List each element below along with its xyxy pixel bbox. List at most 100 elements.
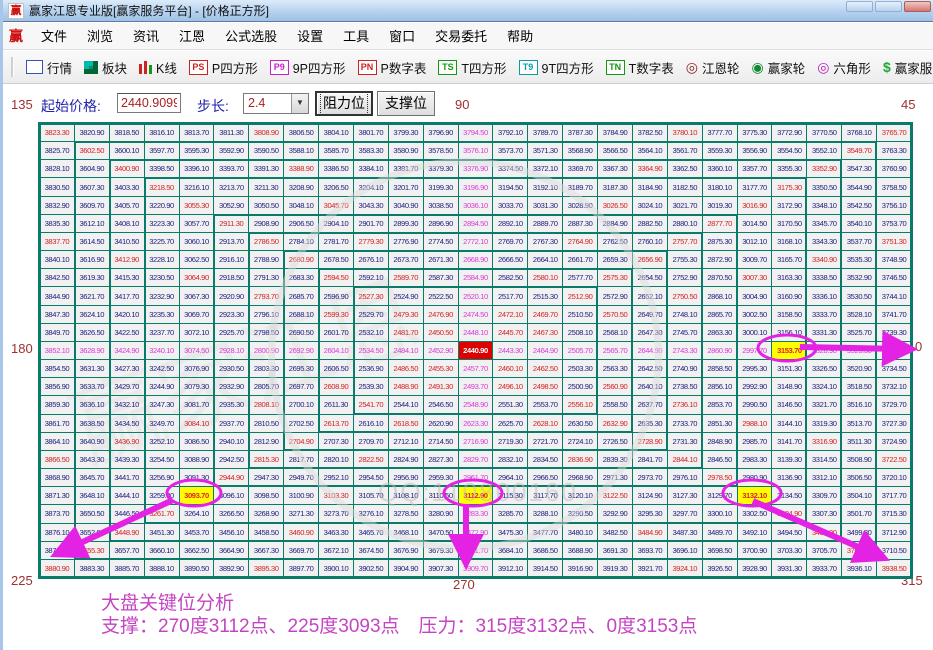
price-cell: 3074.50 (180, 342, 214, 359)
price-cell: 3734.50 (877, 360, 911, 377)
toolbar-item-8[interactable]: T99T四方形 (513, 56, 600, 79)
toolbar-item-label: 行情 (47, 58, 72, 77)
menu-item-1[interactable]: 文件 (31, 26, 77, 47)
menu-item-10[interactable]: 帮助 (497, 26, 543, 47)
price-cell: 3585.70 (319, 142, 353, 159)
toolbar-item-5[interactable]: P99P四方形 (264, 56, 352, 79)
toolbar-item-12[interactable]: ◎六角形 (811, 56, 877, 79)
price-cell: 2870.50 (703, 269, 737, 286)
price-cell: 3883.30 (75, 560, 109, 577)
price-cell: 3484.90 (633, 524, 667, 541)
price-cell: 3604.90 (75, 160, 109, 177)
price-cell: 2460.10 (493, 360, 527, 377)
controls-row: 135 起始价格: 步长: 2.4 ▼ 阻力位 支撑位 90 45 (3, 84, 933, 120)
toolbar-item-1[interactable]: 行情 (20, 56, 78, 79)
price-cell: 2724.10 (563, 433, 597, 450)
price-cell: 3763.30 (877, 142, 911, 159)
price-cell: 2832.10 (493, 451, 527, 468)
step-combobox[interactable]: 2.4 ▼ (243, 93, 309, 114)
price-cell: 3199.30 (424, 178, 458, 195)
price-cell: 3921.70 (633, 560, 667, 577)
toolbar-item-2[interactable]: 板块 (78, 56, 133, 79)
close-button[interactable] (904, 1, 931, 12)
price-cell: 3379.30 (424, 160, 458, 177)
toolbar-item-6[interactable]: PNP数字表 (352, 56, 433, 79)
menu-item-9[interactable]: 交易委托 (425, 26, 497, 47)
price-cell: 3309.70 (807, 487, 841, 504)
price-cell: 2469.70 (528, 306, 562, 323)
resistance-button[interactable]: 阻力位 (315, 91, 373, 116)
menu-item-8[interactable]: 窗口 (379, 26, 425, 47)
price-cell: 3120.10 (563, 487, 597, 504)
degree-label-45: 45 (901, 97, 915, 112)
toolbar-item-11[interactable]: ◉赢家轮 (745, 56, 811, 79)
price-cell: 2913.70 (214, 233, 248, 250)
gann-wheel-icon: ◎ (686, 61, 698, 74)
toolbar-item-label: K线 (156, 58, 177, 77)
price-cell: 2649.70 (633, 306, 667, 323)
price-cell: 3360.10 (703, 160, 737, 177)
price-cell: 3662.50 (180, 542, 214, 559)
start-price-input[interactable] (117, 93, 181, 113)
toolbar-items: 行情板块 K线 PSP四方形P99P四方形PNP数字表TST四方形T99T四方形TN… (20, 56, 933, 79)
toolbar-item-3[interactable]: K线 (133, 56, 183, 79)
price-cell: 3108.10 (389, 487, 423, 504)
price-cell: 3028.90 (563, 197, 597, 214)
price-cell: 2472.10 (493, 306, 527, 323)
price-cell: 3775.30 (738, 124, 772, 141)
price-cell: 2719.30 (493, 433, 527, 450)
price-cell: 3158.50 (772, 306, 806, 323)
price-cell: 2680.90 (284, 251, 318, 268)
price-cell: 2844.10 (668, 451, 702, 468)
price-cell: 3422.50 (110, 324, 144, 341)
price-cell: 2575.30 (598, 269, 632, 286)
price-cell: 2764.90 (563, 233, 597, 250)
menu-item-5[interactable]: 公式选股 (215, 26, 287, 47)
toolbar-item-13[interactable]: $赢家服务 (877, 56, 933, 79)
price-cell: 2440.90 (459, 342, 493, 359)
price-cell: 2805.70 (249, 378, 283, 395)
price-cell: 3235.30 (145, 306, 179, 323)
price-cell: 2976.10 (668, 469, 702, 486)
price-cell: 3700.90 (738, 542, 772, 559)
price-cell: 3177.70 (738, 178, 772, 195)
toolbar-item-9[interactable]: TNT数字表 (600, 56, 680, 79)
toolbar-item-7[interactable]: TST四方形 (432, 56, 512, 79)
price-cell: 2690.50 (284, 324, 318, 341)
toolbar-item-10[interactable]: ◎江恩轮 (680, 56, 746, 79)
price-cell: 2520.10 (459, 287, 493, 304)
price-cell: 3650.50 (75, 505, 109, 522)
menu-item-4[interactable]: 江恩 (169, 26, 215, 47)
resistance-button-label: 阻力位 (321, 93, 367, 114)
price-cell: 3290.50 (563, 505, 597, 522)
toolbar-item-label: T四方形 (461, 58, 506, 77)
price-cell: 2757.70 (668, 233, 702, 250)
toolbar-item-4[interactable]: PSP四方形 (183, 56, 264, 79)
price-cell: 2652.10 (633, 287, 667, 304)
price-cell: 3796.90 (424, 124, 458, 141)
price-cell: 3624.10 (75, 306, 109, 323)
menu-item-3[interactable]: 资讯 (123, 26, 169, 47)
price-cell: 3856.90 (40, 378, 74, 395)
price-cell: 2846.50 (703, 451, 737, 468)
price-cell: 3825.70 (40, 142, 74, 159)
price-cell: 3693.70 (633, 542, 667, 559)
price-cell: 3273.70 (319, 505, 353, 522)
price-cell: 2935.30 (214, 396, 248, 413)
price-cell: 3160.90 (772, 287, 806, 304)
support-button[interactable]: 支撑位 (377, 91, 435, 116)
price-cell: 2565.70 (598, 342, 632, 359)
menu-item-6[interactable]: 设置 (287, 26, 333, 47)
chevron-down-icon[interactable]: ▼ (291, 94, 308, 113)
minimize-button[interactable] (846, 1, 873, 12)
price-cell: 3465.70 (354, 524, 388, 541)
menu-item-7[interactable]: 工具 (333, 26, 379, 47)
menu-item-2[interactable]: 浏览 (77, 26, 123, 47)
price-cell: 3489.70 (703, 524, 737, 541)
maximize-button[interactable] (875, 1, 902, 12)
price-cell: 2608.90 (319, 378, 353, 395)
price-cell: 3302.50 (738, 505, 772, 522)
price-cell: 2695.30 (284, 360, 318, 377)
hexagon-wheel-icon: ◎ (817, 61, 829, 74)
price-cell: 2584.90 (459, 269, 493, 286)
